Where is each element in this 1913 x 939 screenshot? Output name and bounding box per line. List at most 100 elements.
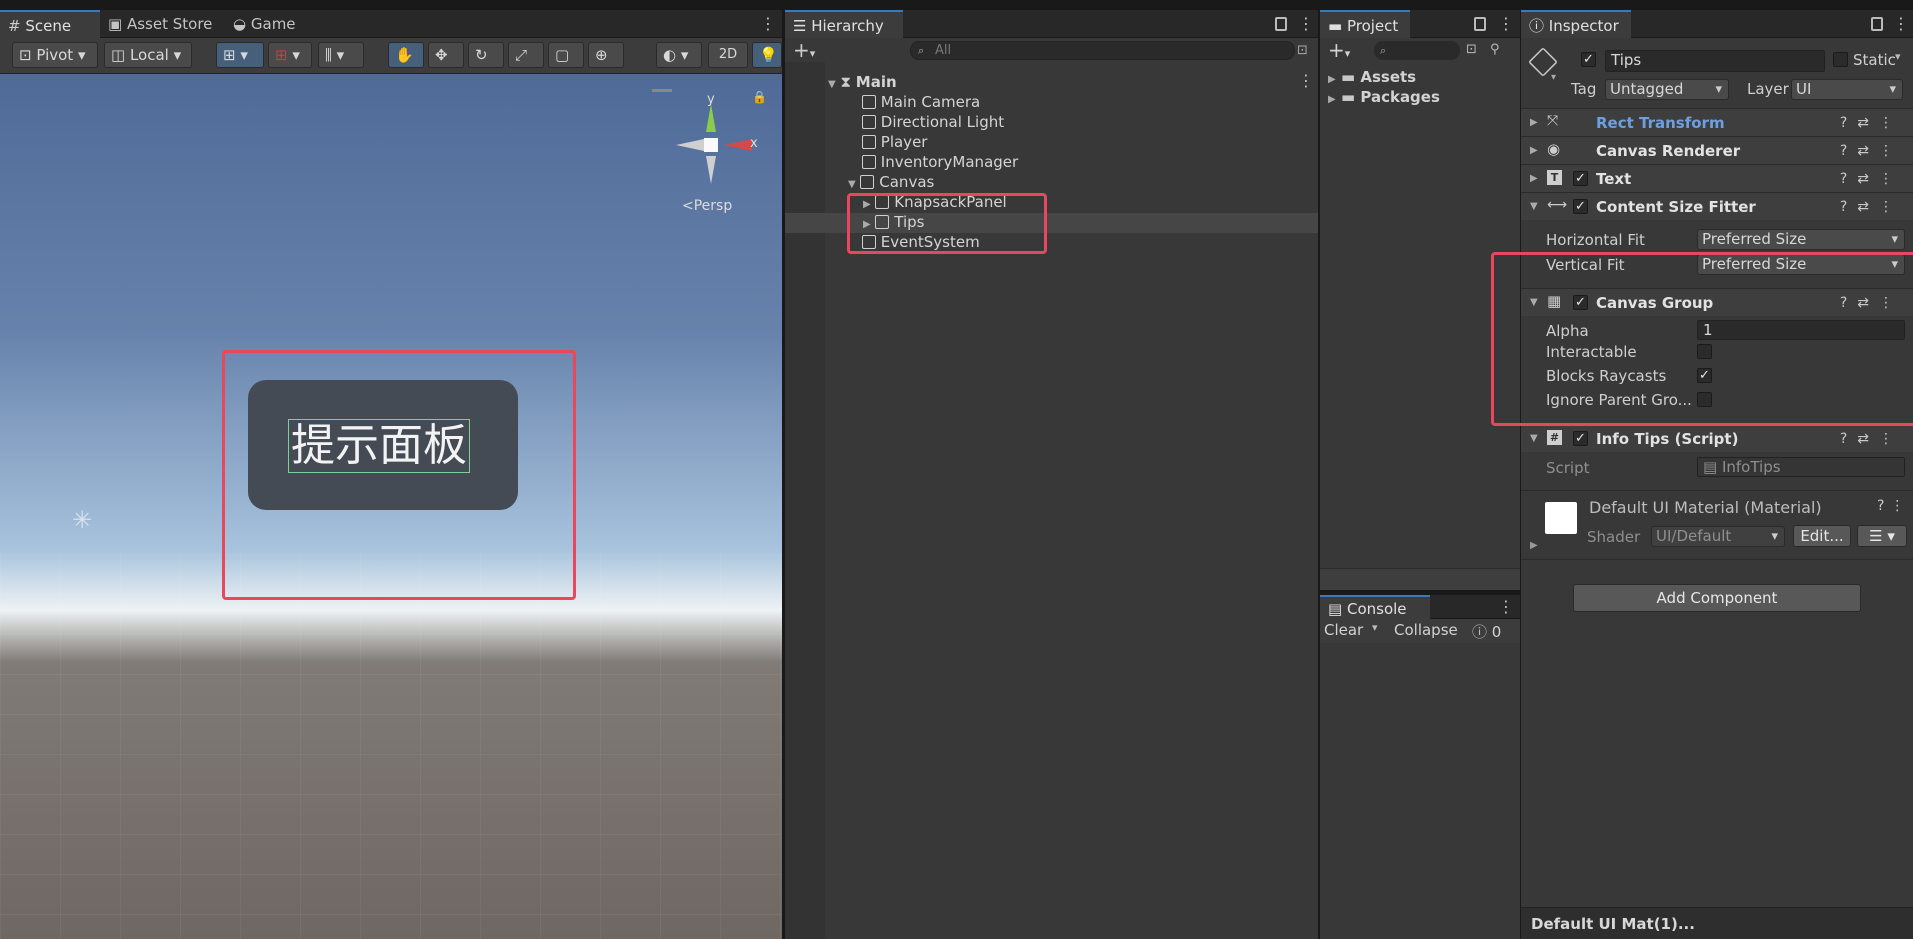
project-search-input[interactable]: ⌕ — [1374, 41, 1460, 60]
search-by-type-icon[interactable]: ⊡ — [1466, 42, 1477, 57]
component-enabled-checkbox[interactable]: ✓ — [1573, 431, 1588, 446]
component-enabled-checkbox[interactable]: ✓ — [1573, 199, 1588, 214]
static-dropdown-icon[interactable]: ▾ — [1895, 50, 1901, 63]
shading-dropdown[interactable]: ◐ ▾ — [656, 42, 702, 68]
shader-label: Shader — [1587, 528, 1641, 546]
project-add-button[interactable]: +▾ — [1328, 38, 1350, 66]
scene-menu-icon[interactable]: ⋮ — [760, 15, 776, 33]
add-component-button[interactable]: Add Component — [1573, 584, 1861, 612]
object-name-field[interactable]: Tips — [1605, 50, 1825, 72]
increment-snap-button[interactable]: ⫼ ▾ — [318, 42, 364, 68]
component-text[interactable]: ▶ T ✓ Text ?⇄⋮ — [1521, 164, 1913, 192]
perspective-label[interactable]: <Persp — [682, 198, 732, 214]
component-title: Rect Transform — [1596, 114, 1725, 132]
grid-snap-button[interactable]: ⊞ ▾ — [268, 42, 312, 68]
console-collapse-button[interactable]: Collapse — [1394, 621, 1458, 639]
material-fold-icon[interactable]: ▶ — [1530, 540, 1538, 551]
search-filter-icon[interactable]: ⊡ — [1297, 43, 1308, 58]
tab-project[interactable]: ▬ Project — [1320, 10, 1410, 38]
project-folder-packages[interactable]: ▶ ▬ Packages — [1328, 88, 1440, 106]
component-header-icons[interactable]: ?⇄⋮ — [1840, 431, 1903, 447]
material-header-icons[interactable]: ?⋮ — [1877, 498, 1910, 514]
component-header-icons[interactable]: ?⇄⋮ — [1840, 171, 1903, 187]
hand-tool-button[interactable]: ✋ — [388, 42, 424, 68]
active-checkbox[interactable]: ✓ — [1581, 52, 1596, 67]
tag-dropdown[interactable]: Untagged — [1605, 79, 1729, 100]
component-content-size-fitter[interactable]: ▼ ⟷ ✓ Content Size Fitter ?⇄⋮ — [1521, 192, 1913, 220]
tab-inspector-label: Inspector — [1548, 17, 1619, 35]
plus-icon: + — [1328, 38, 1345, 62]
folder-icon: ▬ — [1328, 17, 1343, 35]
hierarchy-item[interactable]: InventoryManager — [862, 152, 1018, 172]
hierarchy-item[interactable]: Directional Light — [862, 112, 1004, 132]
tab-console[interactable]: ▤ Console — [1320, 595, 1430, 619]
gizmo-neg-y-axis[interactable] — [706, 156, 716, 184]
clear-options-icon[interactable]: ▾ — [1372, 621, 1378, 634]
component-enabled-checkbox[interactable]: ✓ — [1573, 171, 1588, 186]
console-clear-button[interactable]: Clear — [1324, 621, 1363, 639]
inspector-menu-icon[interactable]: ⋮ — [1893, 15, 1909, 33]
lighting-toggle[interactable]: 💡 — [752, 42, 782, 68]
icon-dropdown-arrow[interactable]: ▾ — [1551, 72, 1556, 83]
footer-label: Default UI Mat(1)... — [1531, 915, 1695, 933]
shader-options-button[interactable]: ☰ ▾ — [1857, 525, 1907, 547]
tab-console-label: Console — [1346, 600, 1407, 618]
static-checkbox[interactable] — [1833, 52, 1848, 67]
search-by-label-icon[interactable]: ⚲ — [1490, 42, 1500, 57]
pivot-dropdown[interactable]: ⊡ Pivot ▾ — [12, 42, 98, 68]
light-gizmo-icon: ✳ — [72, 506, 93, 534]
project-lock-icon[interactable] — [1474, 17, 1486, 31]
tab-game[interactable]: ◒ Game — [225, 10, 306, 38]
tab-scene[interactable]: # Scene — [0, 10, 100, 38]
project-folder-assets[interactable]: ▶ ▬ Assets — [1328, 68, 1416, 86]
component-header-icons[interactable]: ?⇄⋮ — [1840, 199, 1903, 215]
script-label: Script — [1546, 459, 1590, 477]
script-field[interactable]: ▤ InfoTips — [1697, 457, 1905, 477]
inspector-lock-icon[interactable] — [1871, 17, 1883, 31]
transform-tool-button[interactable]: ⊕ — [588, 42, 624, 68]
tab-scene-label: Scene — [25, 17, 72, 35]
hierarchy-lock-icon[interactable] — [1275, 17, 1287, 31]
gizmo-y-axis[interactable] — [706, 104, 716, 132]
hierarchy-item[interactable]: ▼ Canvas — [848, 172, 934, 192]
component-rect-transform[interactable]: ▶ ⤧ Rect Transform ?⇄⋮ — [1521, 108, 1913, 136]
gizmo-neg-x-axis[interactable] — [676, 139, 704, 151]
shader-dropdown[interactable]: UI/Default — [1651, 526, 1785, 547]
scene-row-menu-icon[interactable]: ⋮ — [1298, 72, 1314, 90]
hierarchy-menu-icon[interactable]: ⋮ — [1298, 15, 1314, 33]
gizmo-center[interactable] — [704, 138, 718, 152]
console-panel: ▤ Console ⋮ Clear ▾ Collapse ⓘ 0 — [1320, 595, 1520, 939]
tab-inspector[interactable]: ⓘ Inspector — [1521, 10, 1631, 38]
component-canvas-renderer[interactable]: ▶ ◉ Canvas Renderer ?⇄⋮ — [1521, 136, 1913, 164]
shader-edit-button[interactable]: Edit... — [1793, 525, 1851, 547]
local-dropdown[interactable]: ◫ Local ▾ — [104, 42, 192, 68]
gizmo-x-axis[interactable] — [724, 139, 752, 151]
component-header-icons[interactable]: ?⇄⋮ — [1840, 143, 1903, 159]
hierarchy-item[interactable]: Player — [862, 132, 927, 152]
scale-tool-button[interactable]: ⤢ — [508, 42, 544, 68]
console-menu-icon[interactable]: ⋮ — [1498, 598, 1514, 616]
snap-grid-button[interactable]: ⊞ ▾ — [216, 42, 264, 68]
hierarchy-search-input[interactable]: All — [910, 41, 1295, 60]
hierarchy-scene-row[interactable]: ▼ ⧗ Main — [828, 72, 897, 92]
tab-hierarchy[interactable]: ☰ Hierarchy — [785, 10, 903, 38]
scene-viewport[interactable]: 🔒 y x <Persp ✳ 提示面板 — [0, 74, 782, 939]
layer-dropdown[interactable]: UI — [1791, 79, 1903, 100]
hierarchy-item[interactable]: Main Camera — [862, 92, 980, 112]
move-tool-button[interactable]: ✥ — [428, 42, 464, 68]
fold-arrow-icon: ▼ — [848, 179, 856, 190]
lock-icon[interactable]: 🔒 — [752, 90, 767, 104]
console-error-count[interactable]: ⓘ 0 — [1472, 621, 1501, 642]
project-tabbar: ▬ Project ⋮ — [1320, 10, 1520, 38]
2d-toggle[interactable]: 2D — [708, 42, 748, 68]
horizontal-fit-dropdown[interactable]: Preferred Size — [1697, 229, 1905, 250]
tab-asset-store[interactable]: ▣ Asset Store — [100, 10, 222, 38]
plus-dropdown-icon: ▾ — [1344, 47, 1351, 60]
grid-icon: # — [8, 17, 21, 35]
project-menu-icon[interactable]: ⋮ — [1498, 15, 1514, 33]
component-header-icons[interactable]: ?⇄⋮ — [1840, 115, 1903, 131]
inspector-footer: Default UI Mat(1)... — [1521, 907, 1913, 939]
rotate-tool-button[interactable]: ↻ — [468, 42, 504, 68]
component-info-tips[interactable]: ▼ # ✓ Info Tips (Script) ?⇄⋮ — [1521, 424, 1913, 452]
rect-tool-button[interactable]: ▢ — [548, 42, 584, 68]
